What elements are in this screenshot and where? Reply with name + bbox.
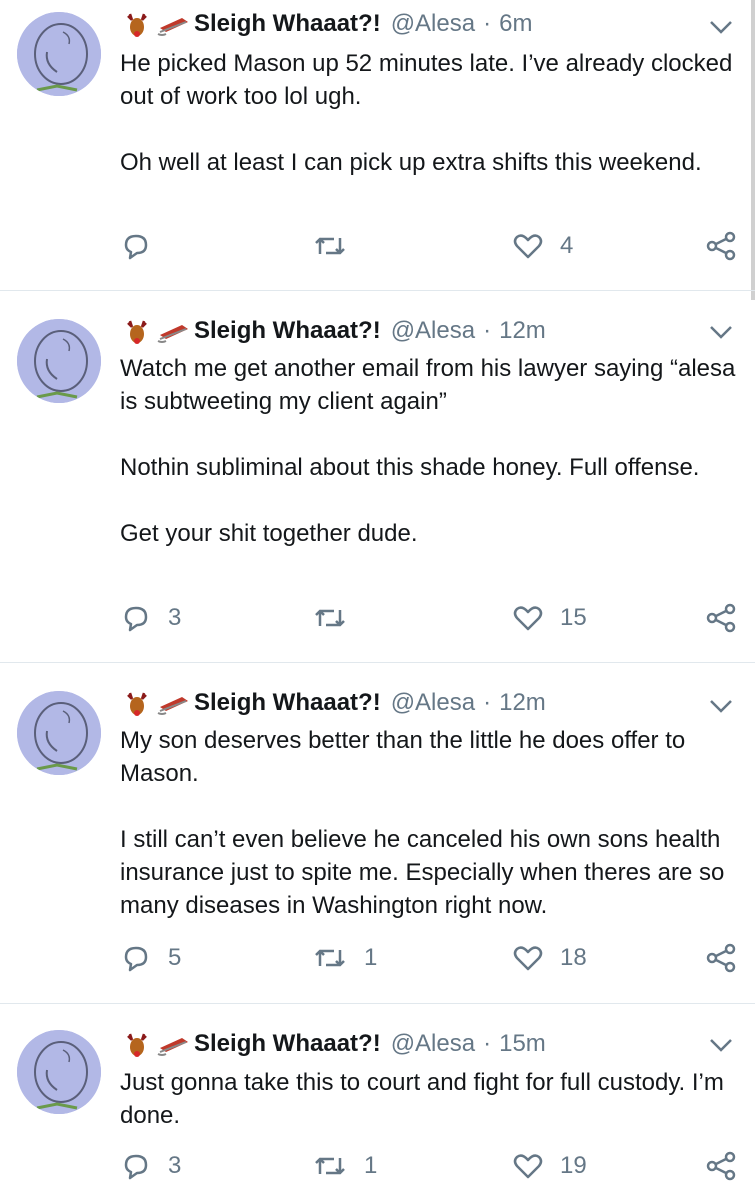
display-name[interactable]: Sleigh Whaaat?! [194, 689, 381, 717]
display-name[interactable]: Sleigh Whaaat?! [194, 1030, 381, 1058]
retweet-button[interactable] [312, 600, 364, 636]
separator-dot: · [483, 1030, 492, 1057]
tweet[interactable]: Sleigh Whaaat?! @Alesa · 12m Watch me ge… [0, 291, 755, 662]
reply-icon [124, 946, 148, 972]
tweet-actions: 3 1 19 [120, 1148, 745, 1184]
display-name[interactable]: Sleigh Whaaat?! [194, 10, 381, 38]
timestamp[interactable]: 12m [499, 317, 546, 345]
sled-emoji-icon [156, 1030, 192, 1058]
timestamp[interactable]: 12m [499, 689, 546, 717]
separator-dot: · [483, 689, 492, 716]
share-icon [706, 1151, 736, 1181]
tweet-header: Sleigh Whaaat?! @Alesa · 12m [120, 687, 546, 719]
tweet-header: Sleigh Whaaat?! @Alesa · 15m [120, 1028, 546, 1060]
reply-button[interactable]: 3 [120, 1148, 181, 1184]
separator-dot: · [483, 10, 492, 37]
share-icon [706, 603, 736, 633]
avatar-doodle-icon [17, 691, 101, 775]
like-button[interactable]: 4 [512, 228, 573, 264]
reply-button[interactable]: 5 [120, 940, 181, 976]
heart-icon [513, 1154, 543, 1179]
avatar[interactable] [17, 319, 101, 403]
reply-icon [124, 606, 148, 632]
user-handle[interactable]: @Alesa [391, 317, 475, 345]
reply-icon [124, 234, 148, 260]
reply-count: 3 [168, 1152, 182, 1179]
chevron-down-icon[interactable] [707, 321, 735, 343]
heart-icon [513, 234, 543, 259]
user-handle[interactable]: @Alesa [391, 10, 475, 38]
tweet-text: Watch me get another email from his lawy… [120, 355, 736, 547]
timestamp[interactable]: 15m [499, 1030, 546, 1058]
like-button[interactable]: 15 [512, 600, 587, 636]
share-icon [706, 231, 736, 261]
avatar-doodle-icon [17, 319, 101, 403]
share-button[interactable] [705, 940, 737, 976]
user-handle[interactable]: @Alesa [391, 1030, 475, 1058]
like-count: 4 [560, 232, 574, 259]
like-count: 18 [560, 944, 587, 971]
reply-count: 3 [168, 604, 182, 631]
retweet-count: 1 [364, 1152, 378, 1179]
reply-button[interactable]: 3 [120, 600, 181, 636]
share-button[interactable] [705, 228, 737, 264]
tweet-header: Sleigh Whaaat?! @Alesa · 6m [120, 8, 532, 40]
tweet-text: He picked Mason up 52 minutes late. I’ve… [120, 50, 733, 176]
reindeer-emoji-icon [120, 10, 154, 38]
share-icon [706, 943, 736, 973]
heart-icon [513, 946, 543, 971]
tweet-text: My son deserves better than the little h… [120, 727, 725, 919]
like-button[interactable]: 18 [512, 940, 587, 976]
share-button[interactable] [705, 600, 737, 636]
tweet-actions: 3 15 [120, 600, 745, 636]
retweet-button[interactable]: 1 [312, 1148, 377, 1184]
reply-count: 5 [168, 944, 182, 971]
tweet-header: Sleigh Whaaat?! @Alesa · 12m [120, 315, 546, 347]
reply-button[interactable] [120, 228, 168, 264]
retweet-icon [315, 237, 345, 255]
tweet[interactable]: Sleigh Whaaat?! @Alesa · 15m Just gonna … [0, 1004, 755, 1200]
chevron-down-icon[interactable] [707, 695, 735, 717]
avatar[interactable] [17, 1030, 101, 1114]
avatar[interactable] [17, 12, 101, 96]
reply-icon [124, 1154, 148, 1180]
tweet-actions: 5 1 18 [120, 940, 745, 976]
heart-icon [513, 606, 543, 631]
avatar[interactable] [17, 691, 101, 775]
sled-emoji-icon [156, 317, 192, 345]
avatar-doodle-icon [17, 1030, 101, 1114]
retweet-icon [315, 949, 345, 967]
chevron-down-icon[interactable] [707, 1034, 735, 1056]
tweet[interactable]: Sleigh Whaaat?! @Alesa · 12m My son dese… [0, 663, 755, 1003]
reindeer-emoji-icon [120, 317, 154, 345]
display-name[interactable]: Sleigh Whaaat?! [194, 317, 381, 345]
retweet-button[interactable] [312, 228, 364, 264]
tweet-actions: 4 [120, 228, 745, 264]
avatar-doodle-icon [17, 12, 101, 96]
sled-emoji-icon [156, 689, 192, 717]
separator-dot: · [483, 317, 492, 344]
like-count: 19 [560, 1152, 587, 1179]
share-button[interactable] [705, 1148, 737, 1184]
user-handle[interactable]: @Alesa [391, 689, 475, 717]
tweet[interactable]: Sleigh Whaaat?! @Alesa · 6m He picked Ma… [0, 0, 755, 290]
like-count: 15 [560, 604, 587, 631]
timestamp[interactable]: 6m [499, 10, 532, 38]
retweet-icon [315, 609, 345, 627]
like-button[interactable]: 19 [512, 1148, 587, 1184]
retweet-icon [315, 1157, 345, 1175]
reindeer-emoji-icon [120, 689, 154, 717]
sled-emoji-icon [156, 10, 192, 38]
tweet-text: Just gonna take this to court and fight … [120, 1069, 731, 1129]
reindeer-emoji-icon [120, 1030, 154, 1058]
retweet-count: 1 [364, 944, 378, 971]
chevron-down-icon[interactable] [707, 16, 735, 38]
retweet-button[interactable]: 1 [312, 940, 377, 976]
